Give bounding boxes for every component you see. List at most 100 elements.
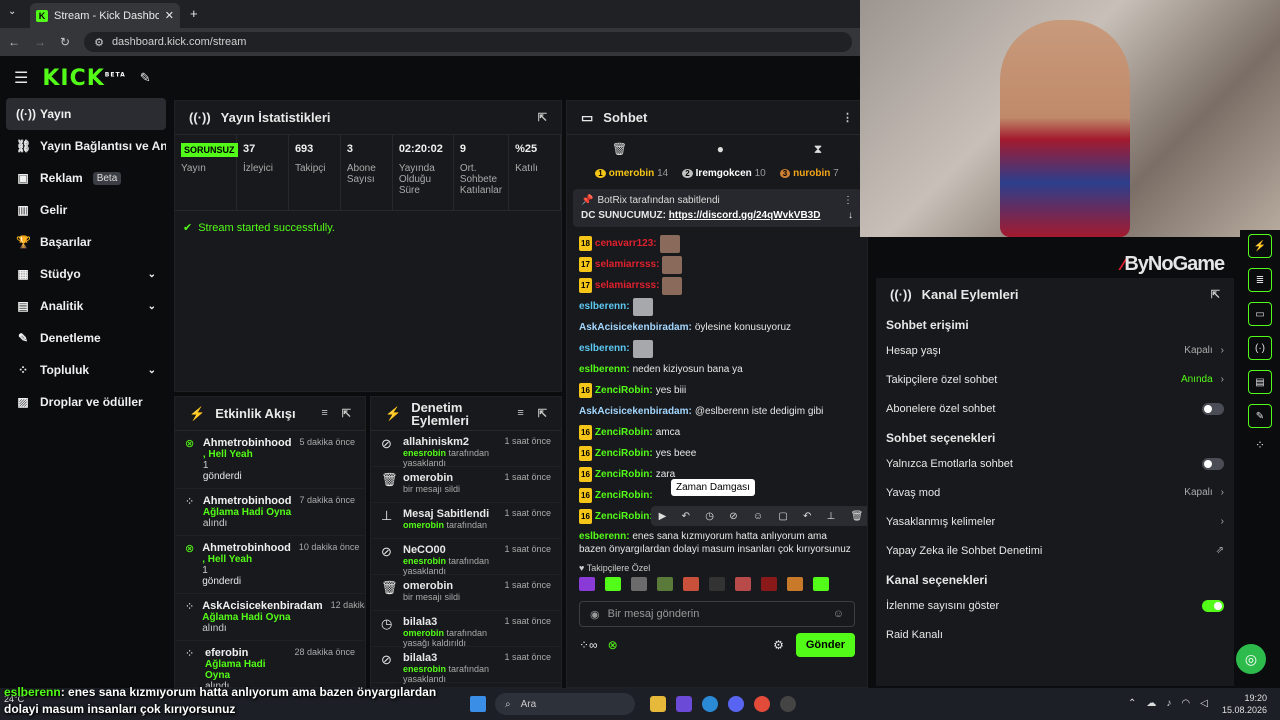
play-icon[interactable]: ▶ bbox=[659, 511, 667, 522]
emoji-picker-icon[interactable]: ☺ bbox=[833, 608, 844, 620]
chat-username[interactable]: eslberenn: bbox=[579, 531, 630, 542]
emote-icon[interactable] bbox=[735, 577, 751, 591]
ban-icon[interactable]: ⊘ bbox=[729, 511, 737, 522]
url-field[interactable]: ⚙ dashboard.kick.com/stream bbox=[84, 32, 852, 52]
emote-icon[interactable] bbox=[683, 577, 699, 591]
sidebar-item[interactable]: ✎ Denetleme bbox=[6, 322, 166, 354]
slow-mode-row[interactable]: Yavaş mod Kapalı › bbox=[876, 478, 1234, 507]
forward-icon[interactable]: → bbox=[34, 35, 46, 49]
moderation-item[interactable]: ⊥ Mesaj Sabitlendi omerobin tarafından 1 sa… bbox=[371, 503, 561, 539]
infinity-icon[interactable]: ⁘∞ bbox=[579, 638, 598, 652]
chat-message[interactable]: 16 ZenciRobin: amca bbox=[579, 422, 855, 443]
pinned-link[interactable]: https://discord.gg/24qWvkVB3D bbox=[669, 210, 821, 221]
timestamp-icon[interactable]: ◷ bbox=[705, 511, 714, 522]
more-icon[interactable]: ⋮ bbox=[842, 111, 853, 124]
chat-message[interactable]: eslberenn: bbox=[579, 296, 855, 317]
chrome-icon[interactable] bbox=[754, 696, 770, 712]
discord-icon[interactable] bbox=[728, 696, 744, 712]
chat-username[interactable]: AskAcisicekenbiradam: bbox=[579, 321, 692, 334]
leaderboard-entry[interactable]: 2 Iremgokcen 10 bbox=[682, 168, 766, 179]
taskbar-search[interactable]: ⌕ Ara bbox=[495, 693, 635, 715]
list-icon[interactable]: ≣ bbox=[1248, 268, 1272, 292]
leaderboard-entry[interactable]: 1 omerobin 14 bbox=[595, 168, 668, 179]
send-button[interactable]: Gönder bbox=[795, 633, 855, 657]
activity-item[interactable]: ⁘ Ahmetrobinhood Ağlama Hadi Oyna alındı 7 d… bbox=[175, 489, 365, 536]
lightning-icon[interactable]: ⚡ bbox=[1248, 234, 1272, 258]
ai-moderation-row[interactable]: Yapay Zeka ile Sohbet Denetimi ⇗ bbox=[876, 536, 1234, 565]
sidebar-item[interactable]: ((·)) Yayın bbox=[6, 98, 166, 130]
copy-icon[interactable]: ▢ bbox=[778, 511, 787, 522]
raid-channel-row[interactable]: Raid Kanalı bbox=[876, 620, 1234, 649]
emote-icon[interactable] bbox=[605, 577, 621, 591]
moderation-item[interactable]: ⊘ bilala3 enesrobin tarafından yasaklandı 1… bbox=[371, 647, 561, 684]
chat-input[interactable]: ◉ Bir mesaj gönderin ☺ bbox=[579, 601, 855, 627]
emote-icon[interactable] bbox=[579, 577, 595, 591]
gear-icon[interactable]: ⚙ bbox=[773, 638, 784, 652]
file-explorer-icon[interactable] bbox=[650, 696, 666, 712]
chat-username[interactable]: eslberenn: bbox=[579, 363, 630, 376]
account-age-row[interactable]: Hesap yaşı Kapalı › bbox=[876, 336, 1234, 365]
dots-icon[interactable]: ⁘ bbox=[1255, 438, 1265, 452]
kick-icon[interactable]: ⊗ bbox=[608, 638, 618, 652]
cloud-icon[interactable]: ☁ bbox=[1146, 698, 1156, 709]
chat-message[interactable]: eslberenn: enes sana kızmıyorum hatta an… bbox=[579, 527, 855, 559]
chat-message[interactable]: AskAcisicekenbiradam: öylesine konusuyor… bbox=[579, 317, 855, 338]
chat-username[interactable]: ZenciRobin: bbox=[595, 489, 653, 502]
sidebar-item[interactable]: ▤ Analitik ⌄ bbox=[6, 290, 166, 322]
emoji-icon[interactable]: ☺ bbox=[753, 511, 763, 522]
popout-icon[interactable]: ⇱ bbox=[342, 407, 351, 420]
filter-icon[interactable]: ≡ bbox=[517, 407, 523, 420]
activity-item[interactable]: ⊗ Ahmetrobinhood, Hell Yeah 1 gönderdi 10 da… bbox=[175, 536, 365, 594]
sidebar-item[interactable]: ⁘ Topluluk ⌄ bbox=[6, 354, 166, 386]
chat-username[interactable]: eslberenn: bbox=[579, 342, 630, 355]
delete-icon[interactable]: 🗑 bbox=[851, 511, 864, 522]
broadcast-icon[interactable]: (·) bbox=[1248, 336, 1272, 360]
chat-message[interactable]: eslberenn: bbox=[579, 338, 855, 359]
sidebar-item[interactable]: 🏆 Başarılar bbox=[6, 226, 166, 258]
menu-icon[interactable]: ☰ bbox=[14, 68, 28, 88]
tools-icon[interactable]: ✎ bbox=[140, 70, 151, 86]
moderation-item[interactable]: ⊘ NeCO00 enesrobin tarafından yasaklandı 1 … bbox=[371, 539, 561, 576]
chat-username[interactable]: selamiarrsss: bbox=[595, 279, 660, 292]
sidebar-item[interactable]: ▦ Stüdyo ⌄ bbox=[6, 258, 166, 290]
close-tab-icon[interactable]: ✕ bbox=[165, 9, 174, 22]
banned-words-row[interactable]: Yasaklanmış kelimeler › bbox=[876, 507, 1234, 536]
chat-message[interactable]: 16 ZenciRobin: yes biii bbox=[579, 380, 855, 401]
show-viewcount-toggle[interactable] bbox=[1202, 599, 1224, 612]
popout-icon[interactable]: ⇱ bbox=[538, 407, 547, 420]
emote-icon[interactable] bbox=[709, 577, 725, 591]
activity-item[interactable]: ⁘ AskAcisicekenbiradam Ağlama Hadi Oyna alı… bbox=[175, 594, 365, 641]
chat-message[interactable]: 16 ZenciRobin: yes beee bbox=[579, 443, 855, 464]
chat-message[interactable]: 17 selamiarrsss: bbox=[579, 254, 855, 275]
activity-item[interactable]: ⁘ eferobin Ağlama Hadi Oyna alındı 28 dakika… bbox=[175, 641, 365, 687]
filter-icon[interactable]: ≡ bbox=[321, 407, 327, 420]
sidebar-item[interactable]: ▣ Reklam Beta bbox=[6, 162, 166, 194]
moderation-item[interactable]: ⊘ allahiniskm2 enesrobin tarafından yasakl… bbox=[371, 431, 561, 468]
emote-icon[interactable] bbox=[631, 577, 647, 591]
office-icon[interactable] bbox=[676, 696, 692, 712]
emote-icon[interactable] bbox=[813, 577, 829, 591]
chat-username[interactable]: cenavarr123: bbox=[595, 237, 657, 250]
popout-icon[interactable]: ⇱ bbox=[538, 111, 547, 124]
reload-icon[interactable]: ↻ bbox=[60, 35, 70, 49]
moderation-item[interactable]: ◷ bilala3 omerobin tarafından yasağı kaldı… bbox=[371, 611, 561, 648]
chat-username[interactable]: ZenciRobin: bbox=[595, 384, 653, 397]
hourglass-icon[interactable]: ⧗ bbox=[814, 142, 822, 157]
tab-search-icon[interactable]: ⌄ bbox=[8, 6, 16, 17]
chat-username[interactable]: ZenciRobin: bbox=[595, 468, 653, 481]
emote-icon[interactable] bbox=[761, 577, 777, 591]
emote-icon[interactable] bbox=[787, 577, 803, 591]
pinned-message[interactable]: 📌 BotRix tarafından sabitlendi ⋮ DC SUNUCU… bbox=[573, 189, 861, 227]
kick-logo[interactable]: KICKBETA bbox=[42, 66, 125, 91]
taskbar-clock[interactable]: 19:20 15.08.2026 bbox=[1222, 692, 1267, 716]
chat-username[interactable]: ZenciRobin: bbox=[595, 426, 653, 439]
pin-icon[interactable]: ⊥ bbox=[827, 511, 836, 522]
sidebar-item[interactable]: ▥ Gelir bbox=[6, 194, 166, 226]
undo-icon[interactable]: ↶ bbox=[682, 511, 690, 522]
volume-icon[interactable]: ◁ bbox=[1200, 698, 1208, 709]
chat-icon[interactable]: ▭ bbox=[1248, 302, 1272, 326]
trash-icon[interactable]: 🗑 bbox=[612, 142, 627, 156]
reply-icon[interactable]: ↶ bbox=[803, 511, 811, 522]
moderation-item[interactable]: 🗑 omerobin bir mesajı sildi 1 saat önce bbox=[371, 467, 561, 503]
chevron-up-icon[interactable]: ⌃ bbox=[1128, 698, 1136, 709]
